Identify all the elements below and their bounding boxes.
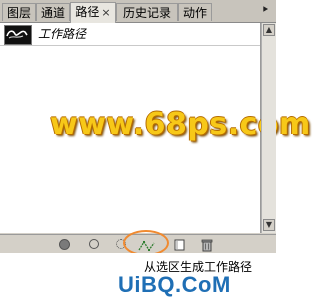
close-tab-icon[interactable]: ×: [101, 6, 110, 19]
fill-path-icon: [59, 239, 70, 250]
stroke-path-icon: [89, 239, 99, 249]
vertical-scrollbar[interactable]: ▲ ▼: [261, 23, 276, 233]
brand-logo-text: UiBQ.CoM: [118, 272, 231, 297]
paths-list: 工作路径 www.68ps.com: [0, 23, 310, 233]
tab-history[interactable]: 历史记录: [116, 3, 178, 21]
scroll-down-icon[interactable]: ▼: [263, 219, 275, 231]
stroke-path-button[interactable]: [86, 237, 102, 251]
tab-channels[interactable]: 通道: [36, 3, 70, 21]
panel-menu-icon[interactable]: ⯈: [258, 4, 272, 18]
tab-label: 图层: [6, 6, 31, 20]
trash-icon: [201, 239, 213, 252]
tab-label: 路径: [75, 5, 100, 19]
list-item[interactable]: 工作路径: [0, 23, 260, 46]
tab-layers[interactable]: 图层: [2, 3, 36, 21]
new-path-icon: [174, 239, 185, 251]
tab-label: 通道: [40, 6, 65, 20]
tab-paths[interactable]: 路径 ×: [70, 2, 116, 23]
tab-label: 历史记录: [122, 6, 171, 20]
delete-path-button[interactable]: [200, 237, 216, 252]
fill-path-button[interactable]: [56, 237, 72, 251]
path-name: 工作路径: [38, 27, 87, 41]
tab-actions[interactable]: 动作: [178, 3, 212, 21]
panel-tab-bar: 图层 通道 路径 × 历史记录 动作 ⯈: [0, 0, 276, 23]
path-thumbnail: [4, 25, 32, 45]
paths-panel: 图层 通道 路径 × 历史记录 动作 ⯈ 工作路径 www.68ps.com ▲…: [0, 0, 310, 298]
scroll-up-icon[interactable]: ▲: [263, 24, 275, 36]
new-path-button[interactable]: [173, 237, 189, 251]
tab-label: 动作: [182, 6, 207, 20]
